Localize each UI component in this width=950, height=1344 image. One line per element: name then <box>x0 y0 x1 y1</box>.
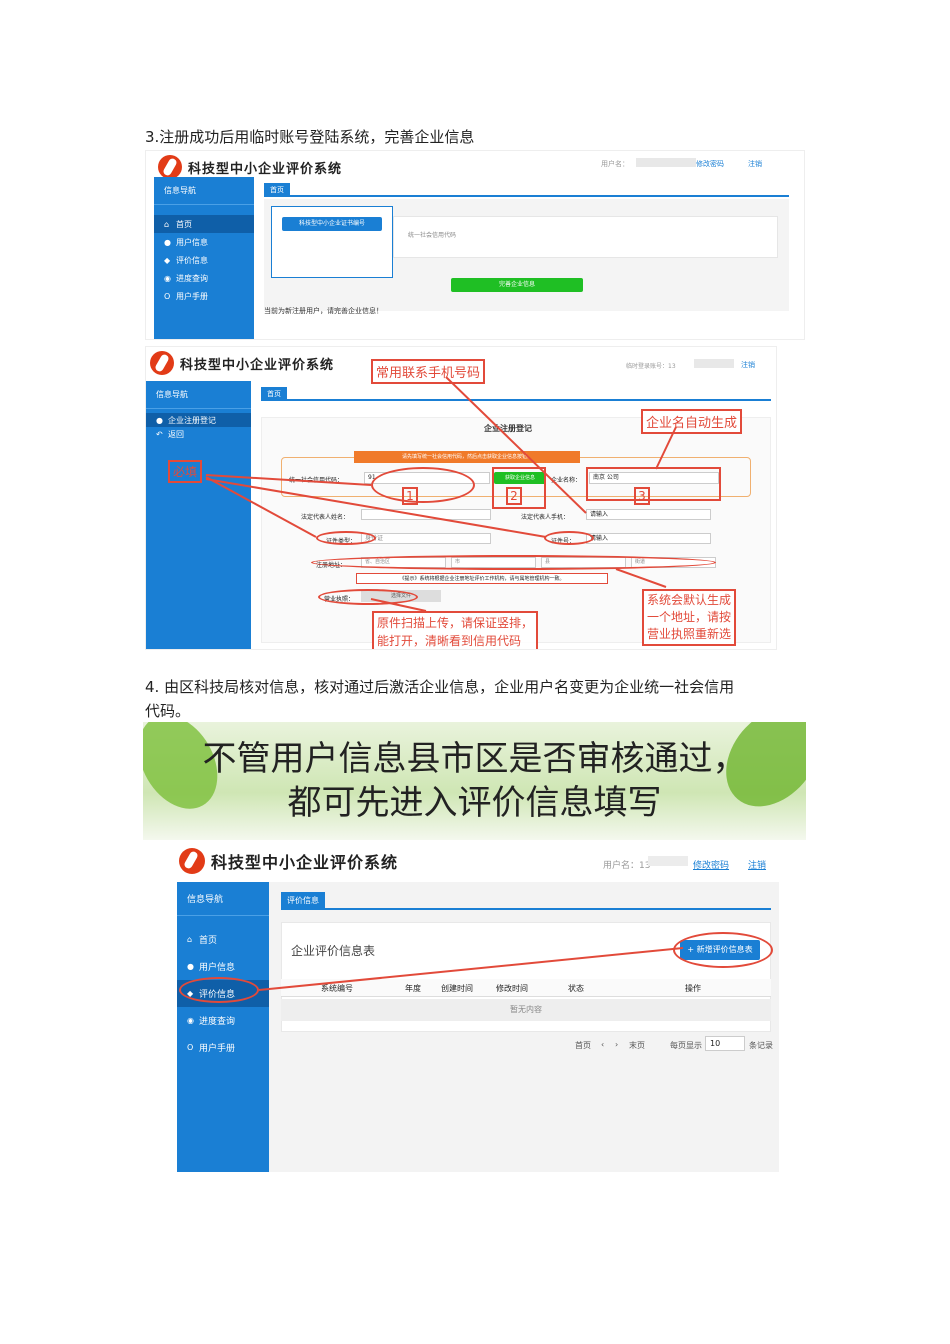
sidebar-item-label: 用户手册 <box>176 291 208 301</box>
step4-caption-line2: 代码。 <box>145 702 191 720</box>
sidebar-item-user[interactable]: ● 用户信息 <box>154 233 254 251</box>
sidebar-item-home[interactable]: ⌂ 首页 <box>154 215 254 233</box>
sidebar-item-label: 进度查询 <box>176 273 208 283</box>
screenshot-evaluation: 不管用户信息县市区是否审核通过， 都可先进入评价信息填写 科技型中小企业评价系统… <box>143 722 806 1180</box>
sidebar-item-evaluation[interactable]: ◆ 评价信息 <box>154 251 254 269</box>
sidebar-item-progress[interactable]: ◉ 进度查询 <box>154 269 254 287</box>
user-label: 用户名： <box>601 160 629 168</box>
tag-icon: ◆ <box>164 255 171 265</box>
app-logo: 科技型中小企业评价系统 <box>158 155 342 179</box>
cert-panel: 科技型中小企业证书编号 <box>271 206 393 278</box>
step3-caption: 3.注册成功后用临时账号登陆系统，完善企业信息 <box>145 128 475 146</box>
credit-code-label: 统一社会信用代码 <box>408 232 457 239</box>
annotation-arrows <box>205 376 677 612</box>
step4-caption-line1: 4. 由区科技局核对信息，核对通过后激活企业信息，企业用户名变更为企业统一社会信… <box>145 678 735 696</box>
nav-title: 信息导航 <box>154 177 254 205</box>
sidebar-item-manual[interactable]: O 用户手册 <box>154 287 254 305</box>
change-password-link[interactable]: 修改密码 <box>696 159 724 169</box>
logout-link[interactable]: 注销 <box>748 159 762 169</box>
cert-number-button[interactable]: 科技型中小企业证书编号 <box>282 217 382 231</box>
user-icon: ● <box>164 237 171 247</box>
logo-icon <box>158 155 182 179</box>
sidebar: 信息导航 ⌂ 首页 ● 用户信息 ◆ 评价信息 ◉ 进度查询 O 用户手册 <box>154 177 254 339</box>
tab-underline <box>264 195 789 197</box>
sidebar-item-label: 评价信息 <box>176 255 208 265</box>
sidebar-item-label: 首页 <box>176 219 192 229</box>
annotation-arrows <box>258 947 684 991</box>
app-title: 科技型中小企业评价系统 <box>188 161 343 177</box>
screenshot-complete-info: 科技型中小企业评价系统 用户名： 修改密码 注销 信息导航 ⌂ 首页 ● 用户信息 … <box>145 150 805 340</box>
sidebar-item-label: 用户信息 <box>176 237 208 247</box>
circle-icon: O <box>164 291 171 301</box>
username-blur <box>636 158 696 167</box>
new-user-notice: 当前为新注册用户，请完善企业信息！ <box>264 307 383 315</box>
screenshot-registration: 科技型中小企业评价系统 临时登录账号：13 注销 信息导航 ● 企业注册登记 ↶ 返… <box>145 346 777 650</box>
home-icon: ⌂ <box>164 219 170 229</box>
complete-info-button[interactable]: 完善企业信息 <box>451 278 583 292</box>
eye-icon: ◉ <box>164 273 171 283</box>
